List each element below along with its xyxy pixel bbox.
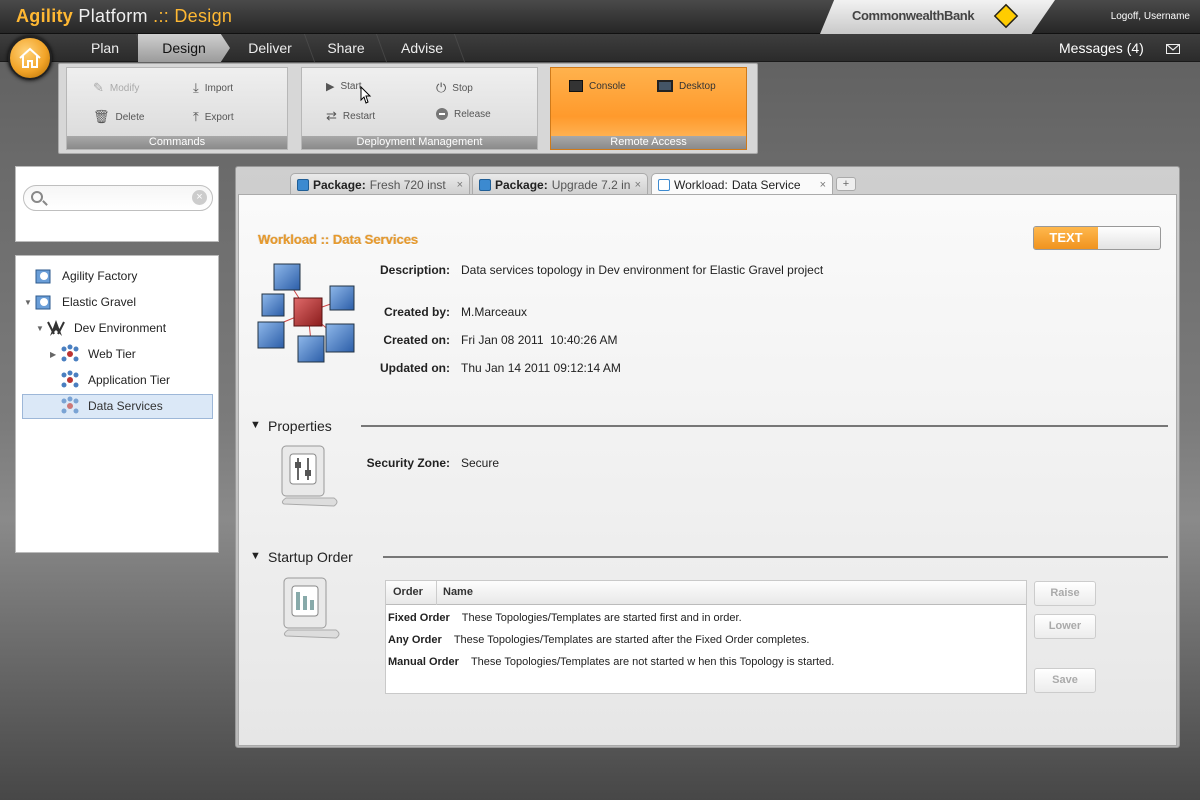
workload-icon <box>658 179 670 191</box>
power-icon: ⏻ <box>436 80 447 95</box>
remote-access-group: Console Desktop Remote Access <box>550 67 747 150</box>
description-value: Data services topology in Dev environmen… <box>461 263 824 277</box>
startup-table-header <box>386 581 1026 605</box>
console-button[interactable]: Console <box>569 80 626 92</box>
tab-workload-data-services[interactable]: Workload: Data Service × <box>651 173 833 196</box>
column-divider <box>436 581 437 605</box>
delete-button[interactable]: 🗑 Delete <box>93 109 144 125</box>
export-button[interactable]: ⤒ Export <box>193 109 234 125</box>
modify-button[interactable]: ✎ Modify <box>93 80 139 96</box>
tree-item-dev-environment[interactable]: ▼ Dev Environment <box>36 317 166 339</box>
trash-icon: 🗑 <box>93 109 110 124</box>
workload-cubes-icon <box>257 263 355 363</box>
security-zone-label: Security Zone: <box>366 456 450 470</box>
mail-icon[interactable] <box>1166 44 1180 54</box>
messages-link[interactable]: Messages (4) <box>1059 40 1144 56</box>
release-button[interactable]: Release <box>436 108 491 120</box>
workload-title: Workload :: Data Services <box>258 232 419 247</box>
security-zone-value: Secure <box>461 456 500 470</box>
tree-item-application-tier[interactable]: Application Tier <box>50 369 170 391</box>
pencil-icon: ✎ <box>93 80 104 95</box>
mouse-cursor-icon <box>360 86 372 104</box>
collapse-icon[interactable]: ▼ <box>24 298 34 307</box>
lower-button[interactable]: Lower <box>1034 614 1096 639</box>
tree-item-web-tier[interactable]: ▶ Web Tier <box>50 343 136 365</box>
project-icon <box>35 269 51 284</box>
topology-icon <box>61 396 79 414</box>
text-view-toggle[interactable]: TEXT <box>1033 226 1161 250</box>
created-by-value: M.Marceaux <box>461 305 528 319</box>
console-icon <box>569 80 583 92</box>
column-header-name[interactable]: Name <box>443 586 473 598</box>
desktop-button[interactable]: Desktop <box>657 80 716 92</box>
restart-button[interactable]: ⇄ Restart <box>326 108 375 124</box>
save-button[interactable]: Save <box>1034 668 1096 693</box>
tree-item-agility-factory[interactable]: Agility Factory <box>24 265 137 287</box>
monitor-icon <box>657 80 673 92</box>
start-button[interactable]: ▶ Start <box>326 80 362 93</box>
properties-heading: Properties <box>268 418 332 434</box>
updated-on-value: Thu Jan 14 2011 09:12:14 AM <box>461 361 621 375</box>
startup-order-heading: Startup Order <box>268 549 353 565</box>
properties-divider <box>361 425 1168 427</box>
remote-access-group-label: Remote Access <box>551 136 746 149</box>
tree-item-elastic-gravel[interactable]: ▼ Elastic Gravel <box>24 291 136 313</box>
project-icon <box>35 295 51 310</box>
description-label: Description: <box>379 263 450 277</box>
import-button[interactable]: ⤓ Import <box>193 80 233 96</box>
package-icon <box>297 178 309 191</box>
deployment-group-label: Deployment Management <box>302 136 537 149</box>
settings-panel-icon <box>281 445 338 507</box>
close-tab-icon[interactable]: × <box>635 179 641 191</box>
deployment-group: ▶ Start ⏻ Stop ⇄ Restart Release Deployment… <box>301 67 538 150</box>
commands-group: ✎ Modify ⤓ Import 🗑 Delete ⤒ Export Commands <box>66 67 288 150</box>
created-on-value: Fri Jan 08 2011 10:40:26 AM <box>461 333 618 347</box>
collapse-icon[interactable]: ▼ <box>36 324 46 333</box>
search-input[interactable] <box>23 185 213 211</box>
topology-icon <box>61 370 79 388</box>
home-button[interactable] <box>8 36 52 80</box>
package-icon <box>479 178 491 191</box>
add-tab-button[interactable]: + <box>836 177 856 191</box>
topology-icon <box>61 344 79 362</box>
app-title: Agility Platform .:: Design <box>16 6 233 26</box>
tree-item-data-services[interactable]: Data Services <box>50 395 163 417</box>
play-icon: ▶ <box>326 81 335 93</box>
startup-order-icon <box>283 577 340 639</box>
collapse-startup-icon[interactable]: ▼ <box>250 550 261 562</box>
expand-icon[interactable]: ▶ <box>50 350 60 359</box>
close-tab-icon[interactable]: × <box>457 179 463 191</box>
import-icon: ⤓ <box>193 80 199 95</box>
nav-design[interactable]: Design <box>138 34 230 62</box>
environment-icon <box>47 320 65 336</box>
restart-icon: ⇄ <box>326 108 337 123</box>
stop-button[interactable]: ⏻ Stop <box>436 80 473 96</box>
home-icon <box>19 47 41 68</box>
collapse-properties-icon[interactable]: ▼ <box>250 419 261 431</box>
search-icon <box>31 191 43 203</box>
tab-package-upgrade[interactable]: Package: Upgrade 7.2 in × <box>472 173 648 195</box>
table-row[interactable]: Any Order These Topologies/Templates are… <box>388 634 809 646</box>
brand-name: CommonwealthBank <box>852 8 975 23</box>
created-on-label: Created on: <box>383 333 450 347</box>
updated-on-label: Updated on: <box>380 361 450 375</box>
export-icon: ⤒ <box>193 109 199 124</box>
table-row[interactable]: Manual Order These Topologies/Templates … <box>388 656 834 668</box>
commands-group-label: Commands <box>67 136 287 149</box>
startup-divider <box>383 556 1168 558</box>
tab-package-fresh[interactable]: Package: Fresh 720 inst × <box>290 173 470 195</box>
created-by-label: Created by: <box>383 305 450 319</box>
column-header-order[interactable]: Order <box>393 586 423 598</box>
table-row[interactable]: Fixed Order These Topologies/Templates a… <box>388 612 742 624</box>
logoff-link[interactable]: Logoff, Username <box>1111 11 1190 22</box>
close-tab-icon[interactable]: × <box>820 179 826 191</box>
raise-button[interactable]: Raise <box>1034 581 1096 606</box>
release-icon <box>436 108 448 120</box>
clear-search-icon[interactable]: × <box>192 190 207 205</box>
